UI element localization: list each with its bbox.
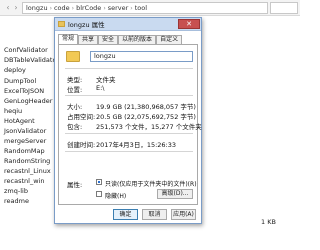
tab-customize[interactable]: 自定义 bbox=[156, 35, 183, 44]
breadcrumb-code[interactable]: code bbox=[54, 4, 70, 12]
dialog-title: longzu 属性 bbox=[68, 21, 105, 29]
general-panel: longzu 类型: 文件夹 位置: E:\ 大小: 19.9 GB (21,3… bbox=[58, 44, 202, 205]
list-item[interactable]: deploy bbox=[2, 65, 26, 75]
forward-arrow-icon[interactable]: › bbox=[11, 3, 21, 13]
folder-name: recastnl_win bbox=[4, 177, 45, 185]
folder-name: DumpTool bbox=[4, 77, 37, 85]
folder-icon bbox=[58, 21, 65, 27]
location-label: 位置: bbox=[67, 86, 83, 94]
breadcrumb-blrcode[interactable]: blrCode bbox=[76, 4, 101, 12]
list-item[interactable]: ExcelToJSON bbox=[2, 86, 44, 96]
readonly-label: 只读(仅应用于文件夹中的文件)(R) bbox=[105, 181, 197, 188]
list-item[interactable]: recastnl_Linux bbox=[2, 166, 51, 176]
folder-name: mergeServer bbox=[4, 137, 47, 145]
folder-name: heqiu bbox=[4, 107, 23, 115]
list-item[interactable]: HotAgent bbox=[2, 116, 35, 126]
list-item[interactable]: DumpTool bbox=[2, 76, 36, 86]
list-item[interactable]: recastnl_win bbox=[2, 176, 44, 186]
created-label: 创建时间: bbox=[67, 141, 96, 149]
breadcrumb-longzu[interactable]: longzu bbox=[26, 4, 48, 12]
size-on-disk-label: 占用空间: bbox=[67, 113, 96, 121]
list-item[interactable]: GenLogHeader bbox=[2, 96, 52, 106]
location-value: E:\ bbox=[96, 84, 105, 92]
folder-name: deploy bbox=[4, 66, 26, 74]
attributes-label: 属性: bbox=[67, 181, 83, 189]
advanced-button[interactable]: 高级(D)... bbox=[157, 189, 193, 199]
list-item[interactable]: RandomString bbox=[2, 156, 50, 166]
breadcrumb-separator-icon: › bbox=[130, 4, 133, 12]
list-item[interactable]: ConfValidator bbox=[2, 45, 48, 55]
readonly-checkbox[interactable] bbox=[96, 179, 102, 185]
explorer-toolbar: ‹ › longzu › code › blrCode › server › t… bbox=[0, 0, 300, 16]
ok-button[interactable]: 确定 bbox=[113, 209, 138, 220]
breadcrumb-separator-icon: › bbox=[71, 4, 75, 12]
divider bbox=[65, 133, 193, 134]
properties-dialog: longzu 属性 ✕ 常规 共享 安全 以前的版本 自定义 longzu 类型… bbox=[54, 17, 202, 224]
folder-name: RandomString bbox=[4, 157, 51, 165]
list-item[interactable]: readme bbox=[2, 196, 29, 206]
folder-name: ExcelToJSON bbox=[4, 87, 45, 95]
tab-general[interactable]: 常规 bbox=[58, 34, 79, 44]
readme-size: 1 KB bbox=[261, 218, 276, 226]
close-icon: ✕ bbox=[186, 20, 192, 28]
size-value: 19.9 GB (21,380,968,057 字节) bbox=[96, 103, 196, 111]
folder-name: RandomMap bbox=[4, 147, 45, 155]
tab-bar: 常规 共享 安全 以前的版本 自定义 bbox=[58, 34, 183, 44]
breadcrumb-tool[interactable]: tool bbox=[135, 4, 147, 12]
contains-value: 251,573 个文件，15,277 个文件夹 bbox=[96, 123, 202, 131]
folder-name: HotAgent bbox=[4, 117, 35, 125]
type-value: 文件夹 bbox=[96, 76, 116, 84]
list-item[interactable]: zmq-lib bbox=[2, 186, 28, 196]
divider bbox=[65, 95, 193, 96]
list-item[interactable]: heqiu bbox=[2, 106, 22, 116]
list-item[interactable]: DBTableValidator bbox=[2, 55, 59, 65]
search-box[interactable] bbox=[270, 2, 298, 14]
cancel-button[interactable]: 取消 bbox=[142, 209, 167, 220]
close-button[interactable]: ✕ bbox=[178, 19, 200, 29]
created-value: 2017年4月3日，15:26:33 bbox=[96, 141, 177, 149]
type-label: 类型: bbox=[67, 76, 83, 84]
hidden-label: 隐藏(H) bbox=[105, 193, 127, 200]
breadcrumb-separator-icon: › bbox=[49, 4, 52, 12]
list-item[interactable]: JsonValidator bbox=[2, 126, 46, 136]
folder-name: readme bbox=[4, 197, 29, 205]
folder-name: DBTableValidator bbox=[4, 56, 60, 64]
hidden-checkbox[interactable] bbox=[96, 191, 102, 197]
size-on-disk-value: 20.5 GB (22,075,692,752 字节) bbox=[96, 113, 196, 121]
divider bbox=[65, 68, 193, 69]
contains-label: 包含: bbox=[67, 123, 83, 131]
tab-previous-versions[interactable]: 以前的版本 bbox=[118, 35, 157, 44]
breadcrumb-server[interactable]: server bbox=[108, 4, 129, 12]
folder-name: ConfValidator bbox=[4, 46, 48, 54]
apply-button[interactable]: 应用(A) bbox=[171, 209, 196, 220]
address-bar[interactable]: longzu › code › blrCode › server › tool bbox=[22, 2, 268, 14]
list-item[interactable]: mergeServer bbox=[2, 136, 46, 146]
divider bbox=[65, 151, 193, 152]
tab-sharing[interactable]: 共享 bbox=[78, 35, 99, 44]
tab-security[interactable]: 安全 bbox=[98, 35, 119, 44]
size-label: 大小: bbox=[67, 103, 83, 111]
folder-name-field[interactable]: longzu bbox=[90, 51, 193, 62]
folder-name: JsonValidator bbox=[4, 127, 47, 135]
folder-icon bbox=[66, 51, 80, 62]
folder-name: zmq-lib bbox=[4, 187, 28, 195]
breadcrumb-separator-icon: › bbox=[103, 4, 106, 12]
folder-name: GenLogHeader bbox=[4, 97, 53, 105]
list-item[interactable]: RandomMap bbox=[2, 146, 45, 156]
folder-name: recastnl_Linux bbox=[4, 167, 51, 175]
